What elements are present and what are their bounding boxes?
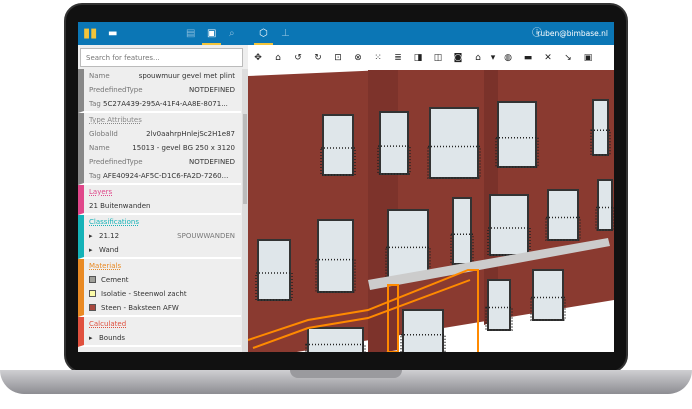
clipboard-icon[interactable]: ▣ [207, 22, 216, 45]
window [497, 101, 537, 168]
window [317, 219, 354, 293]
home-icon[interactable]: ⌂ [268, 53, 288, 63]
app-screen: ▮▮ ▬ ▤ ▣ ⌕ ⬡ ⊥ ⓘ ruben@bimbase.nl Name sp… [78, 22, 614, 352]
window [257, 239, 291, 301]
material-item: Steen - Baksteen AFW [89, 301, 241, 315]
attr-value: AFE40924-AF5C-D1C6-FA2D-7260... [103, 172, 229, 180]
window [489, 194, 529, 256]
section-title[interactable]: Classifications [89, 215, 241, 229]
measure-icon[interactable]: ▬ [518, 53, 538, 63]
attr-key: GlobalId [89, 130, 118, 138]
classification-code: Wand [99, 246, 119, 254]
attr-value: 2lv0aahrpHnlejSc2H1e87 [146, 130, 235, 138]
material-item: Cement [89, 273, 241, 287]
feature-search-input[interactable] [80, 48, 243, 67]
classification-name: SPOUWWANDEN [177, 232, 235, 240]
search-icon[interactable]: ⌕ [229, 22, 235, 45]
material-name: Steen - Baksteen AFW [101, 304, 179, 312]
logo-icon[interactable]: ▮▮ [83, 22, 97, 45]
folder-icon[interactable]: ▬ [108, 22, 117, 45]
attributes-section: Name spouwmuur gevel met plint Predefined… [78, 69, 241, 113]
layer-value: 21 Buitenwanden [89, 202, 151, 210]
user-email[interactable]: ruben@bimbase.nl [537, 22, 608, 45]
tree-icon[interactable]: ⊥ [281, 22, 290, 45]
cube-icon[interactable]: ⬡ [259, 22, 268, 45]
attr-value: 15013 - gevel BG 250 x 3120 [132, 144, 235, 152]
attr-value: 5C27A439-295A-41F4-AA8E-8071... [103, 100, 228, 108]
calculated-row[interactable]: ▸ Bounds [89, 331, 241, 345]
house-icon[interactable]: ⌂ [468, 53, 488, 63]
material-swatch [89, 304, 96, 311]
globe-icon[interactable]: ◍ [498, 53, 518, 63]
attr-value: NOTDEFINED [189, 86, 235, 94]
pan-icon[interactable]: ✥ [248, 53, 268, 63]
fit-icon[interactable]: ⊡ [328, 53, 348, 63]
section-title[interactable]: Type Attributes [89, 113, 241, 127]
window [379, 111, 409, 175]
material-swatch [89, 276, 96, 283]
window [592, 99, 609, 156]
camera-icon[interactable]: ◙ [448, 53, 468, 63]
3d-viewer[interactable] [248, 70, 614, 352]
window [322, 114, 354, 176]
dropdown-icon[interactable]: ▾ [488, 53, 498, 63]
settings-icon[interactable]: ≣ [388, 53, 408, 63]
attr-key: Tag [89, 100, 101, 108]
properties-list: Name spouwmuur gevel met plint Predefined… [78, 69, 241, 352]
section-title[interactable]: Materials [89, 259, 241, 273]
window [597, 179, 613, 231]
material-swatch [89, 290, 96, 297]
top-bar: ▮▮ ▬ ▤ ▣ ⌕ ⬡ ⊥ ⓘ ruben@bimbase.nl [78, 22, 614, 45]
attr-key: Tag [89, 172, 101, 180]
attr-key: PredefinedType [89, 86, 143, 94]
window [402, 309, 444, 352]
scrollbar-thumb[interactable] [243, 114, 247, 204]
tools-icon[interactable]: ✕ [538, 53, 558, 63]
material-name: Isolatie - Steenwol zacht [101, 290, 187, 298]
materials-section: Materials Cement Isolatie - Steenwol zac… [78, 259, 241, 317]
attr-key: PredefinedType [89, 158, 143, 166]
section-title[interactable]: Layers [89, 185, 241, 199]
layers-section: Layers 21 Buitenwanden [78, 185, 241, 215]
section-title[interactable]: Calculated [89, 317, 241, 331]
material-name: Cement [101, 276, 129, 284]
isolate-icon[interactable]: ⊗ [348, 53, 368, 63]
calculated-label: Bounds [99, 334, 126, 342]
section-icon[interactable]: ◨ [408, 53, 428, 63]
rotate-left-icon[interactable]: ↺ [288, 53, 308, 63]
window [307, 327, 364, 352]
user-icon[interactable]: ▣ [578, 53, 598, 63]
files-icon[interactable]: ▤ [186, 22, 195, 45]
explode-icon[interactable]: ⁙ [368, 53, 388, 63]
material-item: Isolatie - Steenwol zacht [89, 287, 241, 301]
laptop-notch [290, 370, 402, 378]
classification-code: 21.12 [99, 232, 120, 240]
classifications-section: Classifications ▸ 21.12 SPOUWWANDEN ▸ Wand [78, 215, 241, 259]
plan-icon[interactable]: ◫ [428, 53, 448, 63]
attr-value: spouwmuur gevel met plint [138, 72, 235, 80]
window [487, 279, 511, 331]
properties-panel: Name spouwmuur gevel met plint Predefined… [78, 45, 248, 352]
classification-row[interactable]: ▸ Wand [89, 243, 241, 257]
export-icon[interactable]: ↘ [558, 53, 578, 63]
window [547, 189, 579, 241]
type-attributes-section: Type Attributes GlobalId 2lv0aahrpHnlejSc… [78, 113, 241, 185]
window [452, 197, 472, 265]
window [429, 107, 479, 179]
classification-row[interactable]: ▸ 21.12 SPOUWWANDEN [89, 229, 241, 243]
attr-key: Name [89, 144, 110, 152]
window [387, 209, 429, 279]
attr-key: Name [89, 72, 110, 80]
building-model[interactable] [248, 70, 614, 352]
attr-value: NOTDEFINED [189, 158, 235, 166]
calculated-section: Calculated ▸ Bounds [78, 317, 241, 347]
window [532, 269, 564, 321]
rotate-right-icon[interactable]: ↻ [308, 53, 328, 63]
viewer-toolbar: ✥ ⌂ ↺ ↻ ⊡ ⊗ ⁙ ≣ ◨ ◫ ◙ ⌂ ▾ ◍ ▬ ✕ ↘ ▣ [248, 45, 614, 70]
